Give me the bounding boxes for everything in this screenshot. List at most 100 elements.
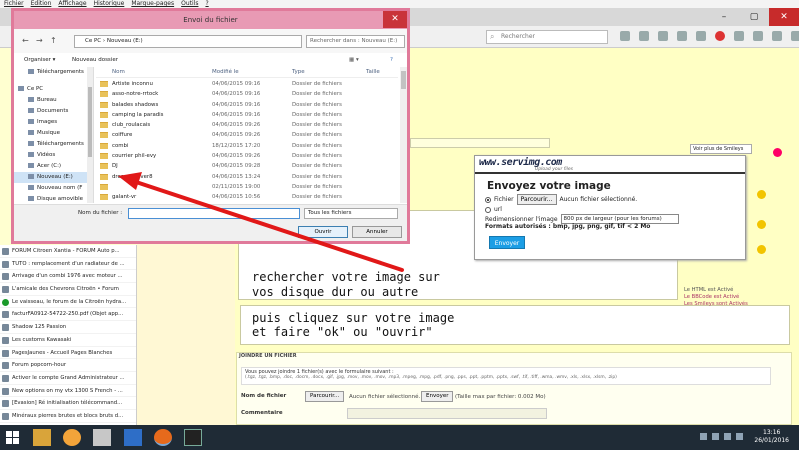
network-icon[interactable] xyxy=(712,433,719,440)
servimg-browse-button[interactable]: Parcourir... xyxy=(516,194,557,205)
menu-item[interactable]: Historique xyxy=(94,0,125,8)
col-size[interactable]: Taille xyxy=(366,67,380,78)
file-row[interactable]: combi 18/12/2015 17:20 Dossier de fichiers xyxy=(96,141,398,151)
file-row[interactable]: asso-notre-rrtock 04/06/2015 09:16 Dossier… xyxy=(96,89,398,99)
history-item[interactable]: Les customs Kawasaki xyxy=(0,334,136,347)
attachment-send-button[interactable]: Envoyer xyxy=(421,391,454,402)
smiley-icon[interactable] xyxy=(757,245,766,254)
file-explorer-icon[interactable] xyxy=(33,429,51,446)
tree-item[interactable]: Téléchargements xyxy=(14,67,93,78)
address-crumb-pc[interactable]: Ce PC xyxy=(85,38,101,44)
menu-item[interactable]: Outils xyxy=(181,0,198,8)
file-row[interactable]: coiffure 04/06/2015 09:26 Dossier de fichi… xyxy=(96,130,398,140)
tree-item[interactable]: Nouveau nom (F xyxy=(14,183,93,194)
media-icon[interactable] xyxy=(63,429,81,446)
smileys-select[interactable]: Voir plus de Smileys xyxy=(690,144,752,154)
minimize-button[interactable]: – xyxy=(709,8,739,26)
open-button[interactable]: Ouvrir xyxy=(298,226,348,238)
servimg-send-button[interactable]: Envoyer xyxy=(489,236,525,249)
windows-start-icon[interactable] xyxy=(6,431,20,445)
menu-item[interactable]: Marque-pages xyxy=(131,0,174,8)
abp-icon[interactable] xyxy=(715,31,725,41)
history-item[interactable]: Minéraux pierres brutes et blocs bruts d… xyxy=(0,410,136,423)
tree-scrollbar[interactable] xyxy=(87,67,93,203)
history-item[interactable]: FORUM Citroen Xantia - FORUM Auto p... xyxy=(0,245,136,258)
firefox-icon[interactable] xyxy=(154,429,172,446)
col-modified[interactable]: Modifié le xyxy=(212,67,239,78)
dialog-search-input[interactable]: Rechercher dans : Nouveau (E:) xyxy=(306,35,405,48)
forward-icon[interactable]: → xyxy=(36,36,43,45)
firefox-search-input[interactable]: ⌕ Rechercher xyxy=(486,30,608,44)
history-item[interactable]: Activer le compte Grand Administrateur .… xyxy=(0,372,136,385)
menu-item[interactable]: Fichier xyxy=(4,0,24,8)
addon-icon[interactable] xyxy=(791,31,799,41)
file-row[interactable]: Artiste inconnu 04/06/2015 09:16 Dossier d… xyxy=(96,79,398,89)
address-bar[interactable]: Ce PC › Nouveau (E:) xyxy=(74,35,302,48)
keyboard-icon[interactable] xyxy=(736,433,743,440)
smiley-icon[interactable] xyxy=(773,148,782,157)
cancel-button[interactable]: Annuler xyxy=(352,226,402,238)
filetype-select[interactable]: Tous les fichiers xyxy=(304,208,398,219)
history-item[interactable]: PagesJaunes - Accueil Pages Blanches xyxy=(0,347,136,360)
volume-icon[interactable] xyxy=(724,433,731,440)
tree-item[interactable]: Bureau xyxy=(14,95,93,106)
maximize-button[interactable]: ▢ xyxy=(739,8,769,26)
organize-button[interactable]: Organiser ▾ xyxy=(24,53,55,67)
video-icon[interactable] xyxy=(93,429,111,446)
history-item[interactable]: Arrivage d'un combi 1976 avec moteur ... xyxy=(0,270,136,284)
tree-item[interactable]: Téléchargements xyxy=(14,139,93,150)
tree-item[interactable]: Nouveau (E:) xyxy=(14,172,93,183)
file-row[interactable]: galant-vr 04/06/2015 10:56 Dossier de fich… xyxy=(96,192,398,202)
reading-list-icon[interactable] xyxy=(639,31,649,41)
smiley-icon[interactable] xyxy=(757,190,766,199)
tree-item[interactable]: Documents xyxy=(14,106,93,117)
history-item[interactable]: TUTO : remplacement d'un radiateur de ..… xyxy=(0,258,136,271)
sync-icon[interactable] xyxy=(734,31,744,41)
home-icon[interactable] xyxy=(677,31,687,41)
history-item[interactable]: L'amicale des Chevrons Citroën • Forum xyxy=(0,283,136,296)
history-item[interactable]: Shadow 125 Passion xyxy=(0,321,136,334)
tray-icon[interactable] xyxy=(700,433,707,440)
file-row[interactable]: 02/11/2015 19:00 Dossier de fichiers xyxy=(96,182,398,192)
file-row[interactable]: dreamweaver8 04/06/2015 13:24 Dossier de f… xyxy=(96,172,398,182)
file-row[interactable]: club_roulacais 04/06/2015 09:26 Dossier de… xyxy=(96,120,398,130)
menu-item[interactable]: Affichage xyxy=(58,0,86,8)
history-item[interactable]: Forum popcorn-hour xyxy=(0,359,136,372)
history-item[interactable]: facturFA0912-54722-250.pdf (Objet app... xyxy=(0,308,136,322)
menu-item[interactable]: Édition xyxy=(31,0,52,8)
back-icon[interactable]: ← xyxy=(22,36,29,45)
col-name[interactable]: Nom xyxy=(112,67,125,78)
view-icon[interactable]: ▦ ▾ xyxy=(349,53,359,67)
tree-item[interactable]: Vidéos xyxy=(14,150,93,161)
addon-icon[interactable] xyxy=(696,31,706,41)
window-close-button[interactable]: ✕ xyxy=(769,8,799,26)
history-item[interactable]: Le vaisseau, le forum de la Citroën hydr… xyxy=(0,296,136,309)
tree-item[interactable]: Images xyxy=(14,117,93,128)
help-icon[interactable]: ? xyxy=(390,53,393,67)
attachment-browse-button[interactable]: Parcourir... xyxy=(305,391,345,402)
filename-input[interactable] xyxy=(128,208,300,219)
tree-item[interactable]: Musique xyxy=(14,128,93,139)
menu-item[interactable]: ? xyxy=(205,0,208,8)
file-row[interactable]: camping la paradis 04/06/2015 09:16 Dossie… xyxy=(96,110,398,120)
clock[interactable]: 13:16 26/01/2016 xyxy=(754,429,789,445)
url-radio[interactable] xyxy=(485,206,491,213)
addon-icon[interactable] xyxy=(772,31,782,41)
tree-item[interactable]: Disque amovible xyxy=(14,194,93,203)
comment-input[interactable] xyxy=(347,408,547,419)
file-row[interactable]: balades shadows 04/06/2015 09:16 Dossier d… xyxy=(96,100,398,110)
tree-item[interactable]: Ce PC xyxy=(14,84,93,95)
file-list-scrollbar[interactable] xyxy=(400,67,407,203)
file-radio[interactable] xyxy=(485,196,491,203)
new-folder-button[interactable]: Nouveau dossier xyxy=(72,53,118,67)
download-icon[interactable] xyxy=(658,31,668,41)
file-row[interactable]: courrier phil-evy 04/06/2015 09:26 Dossier… xyxy=(96,151,398,161)
addon-icon[interactable] xyxy=(753,31,763,41)
editor-toolbar[interactable] xyxy=(410,138,550,148)
app-icon[interactable] xyxy=(184,429,202,446)
ie-icon[interactable] xyxy=(124,429,142,446)
dialog-close-button[interactable]: ✕ xyxy=(383,11,407,28)
history-item[interactable]: [Evasion] Ré initialisation télécommand.… xyxy=(0,397,136,410)
col-type[interactable]: Type xyxy=(292,67,305,78)
history-item[interactable]: New options on my vtx 1300 S French - ..… xyxy=(0,385,136,398)
